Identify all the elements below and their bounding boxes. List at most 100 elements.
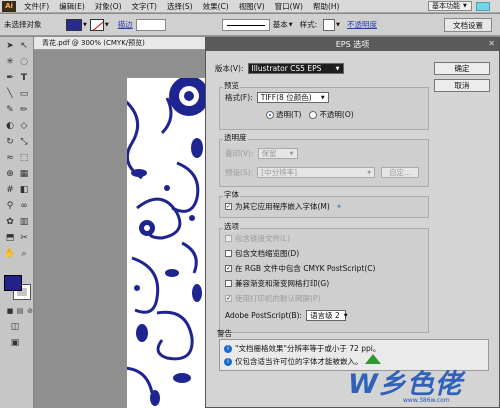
compat-gradient-checkbox[interactable]: [225, 280, 232, 287]
preset-value: [中分辨率]: [261, 168, 297, 177]
transparency-group-title: 透明度: [223, 132, 248, 143]
warp-tool-icon[interactable]: ≈: [4, 152, 16, 164]
type-tool-icon[interactable]: T: [18, 72, 30, 84]
chevron-down-icon: ▼: [289, 150, 294, 157]
cancel-button[interactable]: 取消: [434, 79, 490, 92]
menu-window[interactable]: 窗口(W): [270, 1, 308, 12]
format-select[interactable]: TIFF(8 位颜色) ▼: [256, 92, 329, 103]
version-select[interactable]: Illustrator CS5 EPS ▼: [247, 63, 344, 74]
printer-screen-checkbox[interactable]: ✓: [225, 295, 232, 302]
menu-edit[interactable]: 编辑(E): [54, 1, 90, 12]
document-title: 青花.pdf @ 300% (CMYK/预览): [42, 39, 145, 47]
brush-style-label: 基本: [272, 20, 288, 29]
line-tool-icon[interactable]: ╲: [4, 88, 16, 100]
pencil-icon[interactable]: ✏: [18, 104, 30, 116]
shape-builder-icon[interactable]: ⊕: [4, 168, 16, 180]
version-label: 版本(V):: [215, 64, 244, 73]
symbol-sprayer-icon[interactable]: ✿: [4, 216, 16, 228]
gradient-tool-icon[interactable]: ◧: [18, 184, 30, 196]
menu-type[interactable]: 文字(T): [127, 1, 162, 12]
close-icon[interactable]: ✕: [488, 39, 495, 48]
postscript-select[interactable]: 语言级 2 ▼: [306, 310, 348, 321]
transparent-radio[interactable]: [266, 110, 274, 119]
stroke-swatch[interactable]: [89, 18, 104, 31]
selection-tool-icon[interactable]: ➤: [4, 40, 16, 52]
menu-view[interactable]: 视图(V): [234, 1, 270, 12]
perspective-grid-icon[interactable]: ▦: [18, 168, 30, 180]
eps-options-dialog: EPS 选项 ✕ 版本(V): Illustrator CS5 EPS ▼ 确定 …: [205, 37, 500, 408]
menu-effect[interactable]: 效果(C): [198, 1, 234, 12]
custom-button[interactable]: 自定...: [381, 167, 420, 178]
rectangle-tool-icon[interactable]: ▭: [18, 88, 30, 100]
ok-button[interactable]: 确定: [434, 62, 490, 75]
cs-live-icon[interactable]: [476, 2, 490, 11]
canvas-area: [35, 50, 211, 408]
free-transform-icon[interactable]: ⬚: [18, 152, 30, 164]
menu-object[interactable]: 对象(O): [90, 1, 127, 12]
line-profile-preview[interactable]: [221, 18, 270, 31]
include-cmyk-checkbox[interactable]: ✓: [225, 265, 232, 272]
include-thumbnails-checkbox[interactable]: [225, 250, 232, 257]
drawing-mode-icon[interactable]: ◫: [9, 321, 21, 333]
document-settings-button[interactable]: 文档设置: [444, 18, 492, 32]
transparent-label: 透明(T): [276, 110, 302, 119]
warnings-group-title: 警告: [217, 329, 232, 338]
postscript-label: Adobe PostScript(B):: [225, 311, 303, 320]
rotate-tool-icon[interactable]: ↻: [4, 136, 16, 148]
chevron-down-icon[interactable]: ▼: [105, 22, 109, 28]
overprint-select[interactable]: 保留 ▼: [257, 148, 298, 159]
blue-white-porcelain-artwork: [127, 78, 209, 406]
opaque-radio[interactable]: [309, 110, 318, 119]
style-label: 样式:: [299, 20, 318, 29]
blend-tool-icon[interactable]: ∞: [18, 200, 30, 212]
chevron-down-icon[interactable]: ▼: [83, 22, 87, 28]
chevron-down-icon: ▼: [367, 169, 372, 176]
menu-select[interactable]: 选择(S): [162, 1, 198, 12]
chevron-down-icon[interactable]: ▼: [289, 22, 293, 28]
options-group-title: 选项: [223, 221, 240, 232]
transparency-group: [219, 139, 429, 187]
fill-swatch[interactable]: [66, 18, 82, 31]
menu-bar: Ai 文件(F) 编辑(E) 对象(O) 文字(T) 选择(S) 效果(C) 视…: [0, 0, 500, 13]
embed-fonts-checkbox[interactable]: ✓: [225, 203, 232, 210]
screen-mode-icon[interactable]: ▣: [9, 337, 21, 349]
blob-brush-icon[interactable]: ◐: [4, 120, 16, 132]
menu-file[interactable]: 文件(F): [19, 1, 54, 12]
stroke-link[interactable]: 描边: [118, 19, 133, 30]
chevron-down-icon[interactable]: ▼: [336, 22, 340, 28]
lasso-icon[interactable]: ◌: [18, 56, 30, 68]
opacity-link[interactable]: 不透明度: [347, 19, 377, 30]
zoom-tool-icon[interactable]: ⌕: [18, 248, 30, 260]
include-linked-checkbox[interactable]: [225, 235, 232, 242]
magic-wand-icon[interactable]: ✳: [4, 56, 16, 68]
warning-item: 仅包含适当许可位的字体才能被嵌入。: [235, 357, 363, 366]
artboard-tool-icon[interactable]: ⬒: [4, 232, 16, 244]
eraser-icon[interactable]: ◇: [18, 120, 30, 132]
eyedropper-icon[interactable]: ⚲: [4, 200, 16, 212]
selection-status: 未选择对象: [4, 20, 42, 29]
preset-select[interactable]: [中分辨率] ▼: [257, 167, 376, 178]
mesh-tool-icon[interactable]: #: [4, 184, 16, 196]
fill-color-icon[interactable]: [4, 275, 22, 291]
postscript-value: 语言级 2: [310, 311, 340, 320]
document-tab[interactable]: 青花.pdf @ 300% (CMYK/预览): [34, 37, 209, 50]
stroke-weight-input[interactable]: [135, 18, 166, 31]
dialog-titlebar: EPS 选项 ✕: [206, 38, 499, 51]
scale-tool-icon[interactable]: ⤡: [18, 136, 30, 148]
include-cmyk-label: 在 RGB 文件中包含 CMYK PostScript(C): [235, 264, 376, 273]
menu-help[interactable]: 帮助(H): [308, 1, 345, 12]
preset-label: 预设(S):: [225, 168, 254, 177]
paintbrush-icon[interactable]: ✎: [4, 104, 16, 116]
column-graph-icon[interactable]: ▥: [18, 216, 30, 228]
graphic-style-swatch[interactable]: [323, 18, 336, 31]
artboard: [127, 78, 211, 408]
hand-tool-icon[interactable]: ✋: [4, 248, 16, 260]
direct-selection-tool-icon[interactable]: ↖: [18, 40, 30, 52]
watermark-url: www.386w.com: [403, 397, 450, 404]
workspace-switcher[interactable]: 基本功能: [428, 1, 472, 11]
pen-tool-icon[interactable]: ✒: [4, 72, 16, 84]
slice-tool-icon[interactable]: ✂: [18, 232, 30, 244]
include-thumbnails-label: 包含文档缩览图(D): [235, 249, 300, 258]
chevron-down-icon: ▼: [343, 312, 348, 319]
control-bar: 未选择对象 ▼ ▼ 描边 基本 ▼ 样式: ▼ 不透明度 文档设置: [0, 14, 500, 36]
